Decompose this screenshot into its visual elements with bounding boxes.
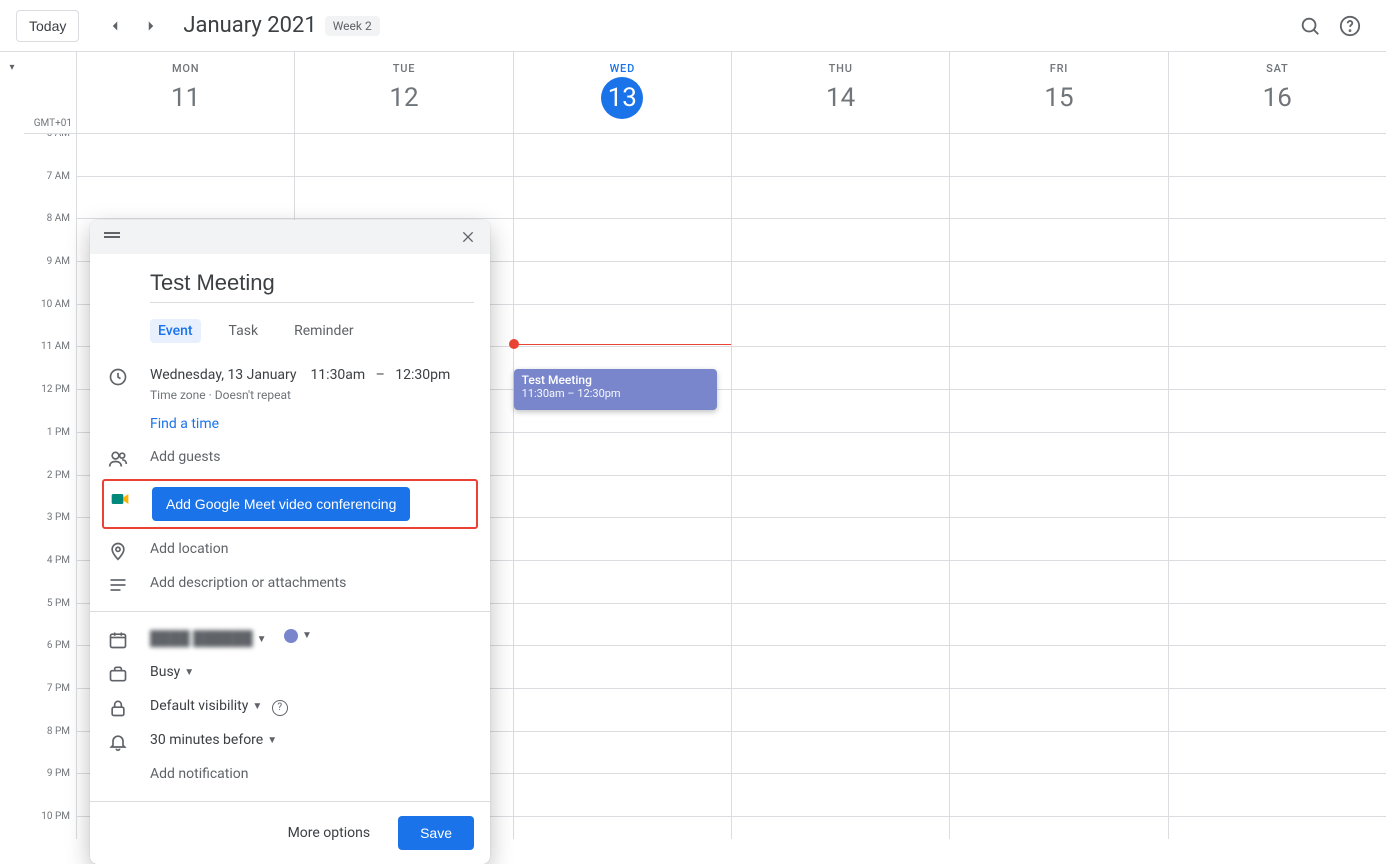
calendar-select[interactable]: ████ ██████ ▼ [150, 629, 267, 650]
event-date[interactable]: Wednesday, 13 January [150, 367, 297, 383]
hour-label: 12 PM [24, 384, 76, 427]
search-icon[interactable] [1290, 6, 1330, 46]
day-header[interactable]: SAT16 [1168, 52, 1386, 133]
hour-label: 4 PM [24, 555, 76, 598]
day-header[interactable]: THU14 [731, 52, 949, 133]
event-title-input[interactable] [150, 266, 474, 303]
tab-reminder[interactable]: Reminder [286, 319, 362, 343]
calendar-event[interactable]: Test Meeting11:30am – 12:30pm [514, 369, 717, 410]
hour-label: 11 AM [24, 341, 76, 384]
notification-select[interactable]: 30 minutes before ▼ [150, 730, 277, 751]
current-time-indicator [514, 344, 731, 345]
hour-label: 8 PM [24, 726, 76, 769]
briefcase-icon [106, 664, 130, 684]
hour-label: 10 AM [24, 299, 76, 342]
hour-label: 6 PM [24, 640, 76, 683]
add-guests-field[interactable]: Add guests [150, 449, 220, 465]
repeat-link[interactable]: Doesn't repeat [215, 388, 291, 402]
event-end-time[interactable]: 12:30pm [395, 367, 450, 383]
hour-label: 9 PM [24, 768, 76, 811]
lock-icon [106, 698, 130, 718]
hour-label: 5 PM [24, 598, 76, 641]
hour-label: 10 PM [24, 811, 76, 839]
next-week-button[interactable] [139, 14, 163, 38]
visibility-help-icon[interactable]: ? [272, 700, 288, 716]
add-notification-link[interactable]: Add notification [150, 766, 249, 782]
add-description-field[interactable]: Add description or attachments [150, 575, 346, 591]
guests-icon [106, 449, 130, 469]
day-header-row: GMT+01 MON11TUE12WED13THU14FRI15SAT16 [24, 52, 1386, 134]
day-column[interactable] [1168, 134, 1386, 839]
hour-label: 7 AM [24, 171, 76, 214]
color-select[interactable]: ▼ [284, 628, 312, 643]
hour-label: 1 PM [24, 427, 76, 470]
hour-label: 8 AM [24, 213, 76, 256]
day-header[interactable]: FRI15 [949, 52, 1167, 133]
close-icon[interactable] [456, 225, 480, 249]
add-google-meet-button[interactable]: Add Google Meet video conferencing [152, 487, 410, 521]
event-editor-popup: Event Task Reminder Wednesday, 13 Januar… [90, 220, 490, 864]
meet-highlight-box: Add Google Meet video conferencing [102, 479, 478, 529]
time-gutter: 6 AM7 AM8 AM9 AM10 AM11 AM12 PM1 PM2 PM3… [24, 134, 76, 839]
description-icon [106, 575, 130, 595]
week-badge: Week 2 [325, 16, 380, 36]
availability-select[interactable]: Busy ▼ [150, 662, 194, 683]
day-header[interactable]: TUE12 [294, 52, 512, 133]
clock-icon [106, 367, 130, 387]
hour-label: 9 AM [24, 256, 76, 299]
month-year-title: January 2021 [183, 13, 316, 38]
hour-label: 7 PM [24, 683, 76, 726]
tab-event[interactable]: Event [150, 319, 201, 343]
day-column[interactable] [949, 134, 1167, 839]
save-button[interactable]: Save [398, 816, 474, 850]
nav-arrows [103, 14, 163, 38]
visibility-select[interactable]: Default visibility ▼ [150, 696, 262, 717]
timezone-link[interactable]: Time zone [150, 388, 206, 402]
help-icon[interactable] [1330, 6, 1370, 46]
day-column[interactable] [731, 134, 949, 839]
day-column[interactable]: Test Meeting11:30am – 12:30pm [513, 134, 731, 839]
bell-icon [106, 732, 130, 752]
expand-column: ▾ [0, 52, 24, 839]
location-icon [106, 541, 130, 561]
app-header: Today January 2021 Week 2 [0, 0, 1386, 52]
event-start-time[interactable]: 11:30am [310, 367, 365, 383]
event-type-tabs: Event Task Reminder [150, 319, 474, 343]
tab-task[interactable]: Task [221, 319, 267, 343]
hour-label: 6 AM [24, 134, 76, 171]
today-button[interactable]: Today [16, 10, 79, 42]
find-a-time-link[interactable]: Find a time [150, 416, 219, 432]
day-header[interactable]: MON11 [76, 52, 294, 133]
hour-label: 2 PM [24, 470, 76, 513]
add-location-field[interactable]: Add location [150, 541, 228, 557]
day-header[interactable]: WED13 [513, 52, 731, 133]
calendar-icon [106, 630, 130, 650]
hour-label: 3 PM [24, 512, 76, 555]
timezone-label: GMT+01 [34, 118, 72, 129]
expand-handle-icon[interactable]: ▾ [9, 62, 14, 73]
drag-handle-icon[interactable] [100, 225, 124, 249]
prev-week-button[interactable] [103, 14, 127, 38]
meet-icon [108, 489, 132, 509]
